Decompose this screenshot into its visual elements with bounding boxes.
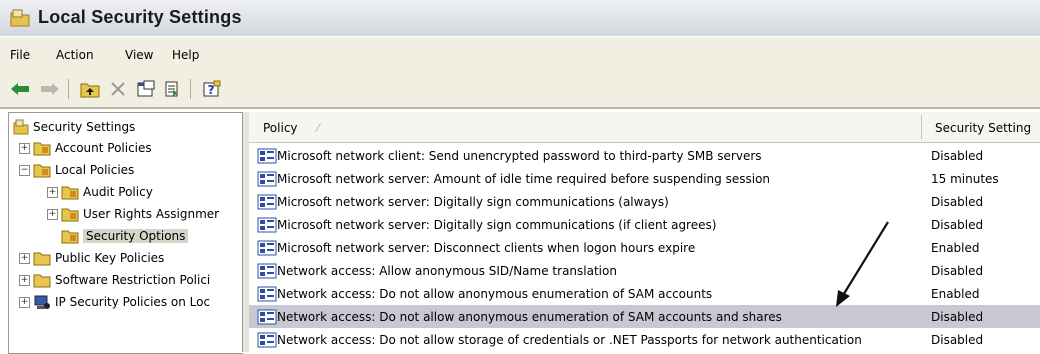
annotation-arrow (836, 221, 889, 307)
